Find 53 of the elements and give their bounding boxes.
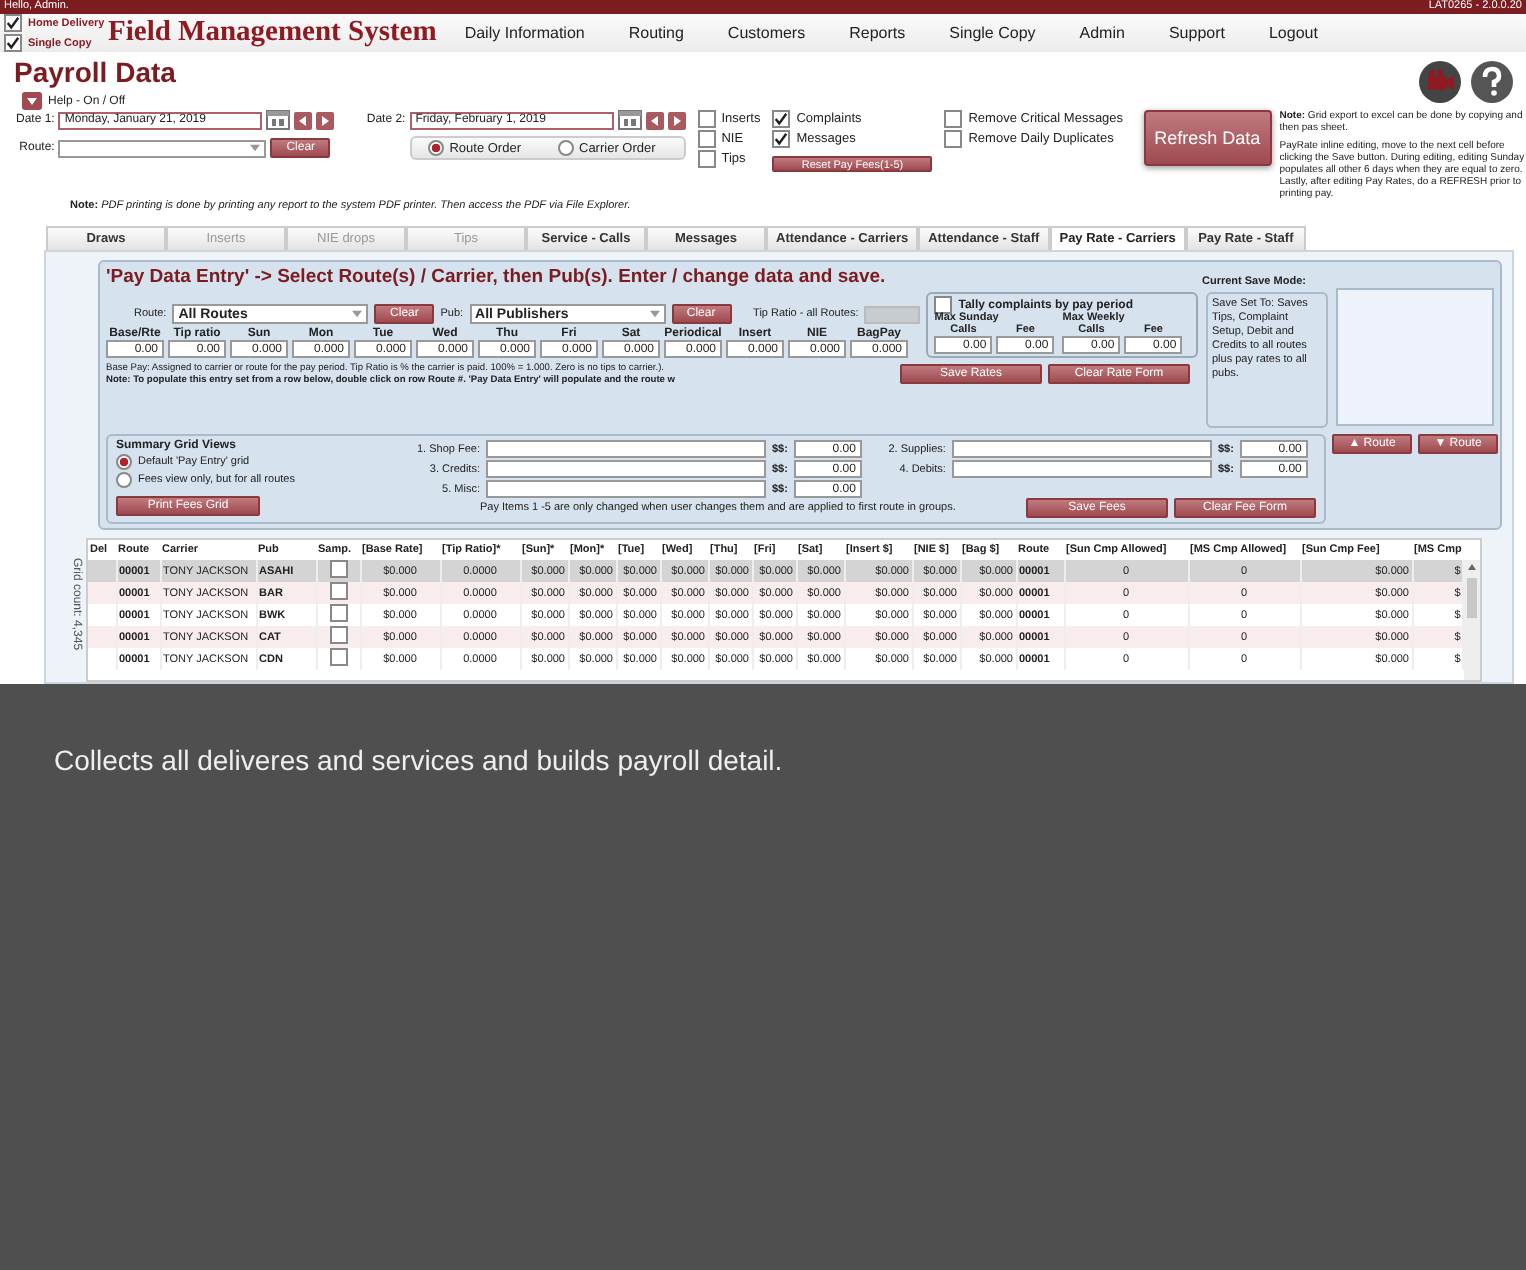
menu-item[interactable]: Logout xyxy=(1268,24,1318,42)
checkbox[interactable] xyxy=(697,110,716,128)
checkbox[interactable] xyxy=(697,150,716,168)
previous-icon[interactable] xyxy=(294,111,313,129)
route-list[interactable] xyxy=(1336,288,1494,426)
radio-button[interactable] xyxy=(116,454,132,470)
checkbox[interactable] xyxy=(329,560,347,578)
help-icon[interactable] xyxy=(1470,60,1514,104)
fee-field[interactable] xyxy=(486,480,766,498)
caret-icon xyxy=(250,144,261,152)
calendar-icon[interactable] xyxy=(266,110,291,130)
checkbox[interactable] xyxy=(944,130,963,148)
menu-item[interactable]: Reports xyxy=(849,24,906,42)
checkbox[interactable] xyxy=(697,130,716,148)
fee-field[interactable] xyxy=(486,460,766,478)
fee-field[interactable] xyxy=(951,440,1212,458)
checkbox[interactable] xyxy=(934,296,953,314)
checkbox[interactable] xyxy=(772,130,791,148)
scrollbar[interactable] xyxy=(1464,560,1481,680)
menu-item[interactable]: Daily Information xyxy=(464,24,585,42)
caption-text: Collects all deliveres and services and builds payroll detail. xyxy=(54,744,785,776)
page-title: Payroll Data xyxy=(14,56,176,88)
app-title: Field Management System xyxy=(108,16,437,50)
video-camera-icon[interactable] xyxy=(1418,60,1462,104)
caret-icon xyxy=(649,310,660,318)
fee-field[interactable] xyxy=(951,460,1212,478)
checkbox[interactable] xyxy=(329,626,347,644)
checkbox[interactable] xyxy=(329,582,347,600)
checkbox[interactable] xyxy=(4,34,22,52)
radio-button[interactable] xyxy=(557,140,573,156)
dropdown-icon[interactable] xyxy=(22,92,42,110)
menu-item[interactable]: Customers xyxy=(727,24,806,42)
tip-ratio-field[interactable] xyxy=(864,305,921,323)
route-dropdown[interactable] xyxy=(58,139,267,157)
calendar-icon[interactable] xyxy=(617,110,642,130)
refresh-button[interactable]: Refresh Data xyxy=(1143,110,1272,166)
checkbox[interactable] xyxy=(772,110,791,128)
menu-item[interactable]: Single Copy xyxy=(949,24,1036,42)
menu-item[interactable]: Routing xyxy=(628,24,684,42)
radio-button[interactable] xyxy=(427,140,444,156)
fee-field[interactable] xyxy=(486,440,766,458)
checkbox[interactable] xyxy=(4,14,22,32)
previous-icon[interactable] xyxy=(645,111,664,129)
next-icon[interactable] xyxy=(667,111,686,129)
next-icon[interactable] xyxy=(316,111,335,129)
radio-button[interactable] xyxy=(116,472,132,488)
menu-item[interactable]: Admin xyxy=(1079,24,1125,42)
caret-icon xyxy=(352,310,363,318)
checkbox[interactable] xyxy=(944,110,963,128)
entry-heading: 'Pay Data Entry' -> Select Route(s) / Carrier, then Pub(s). Enter / change data and save. xyxy=(106,266,886,288)
checkbox[interactable] xyxy=(329,604,347,622)
checkbox[interactable] xyxy=(329,648,347,666)
menu-item[interactable]: Support xyxy=(1168,24,1225,42)
